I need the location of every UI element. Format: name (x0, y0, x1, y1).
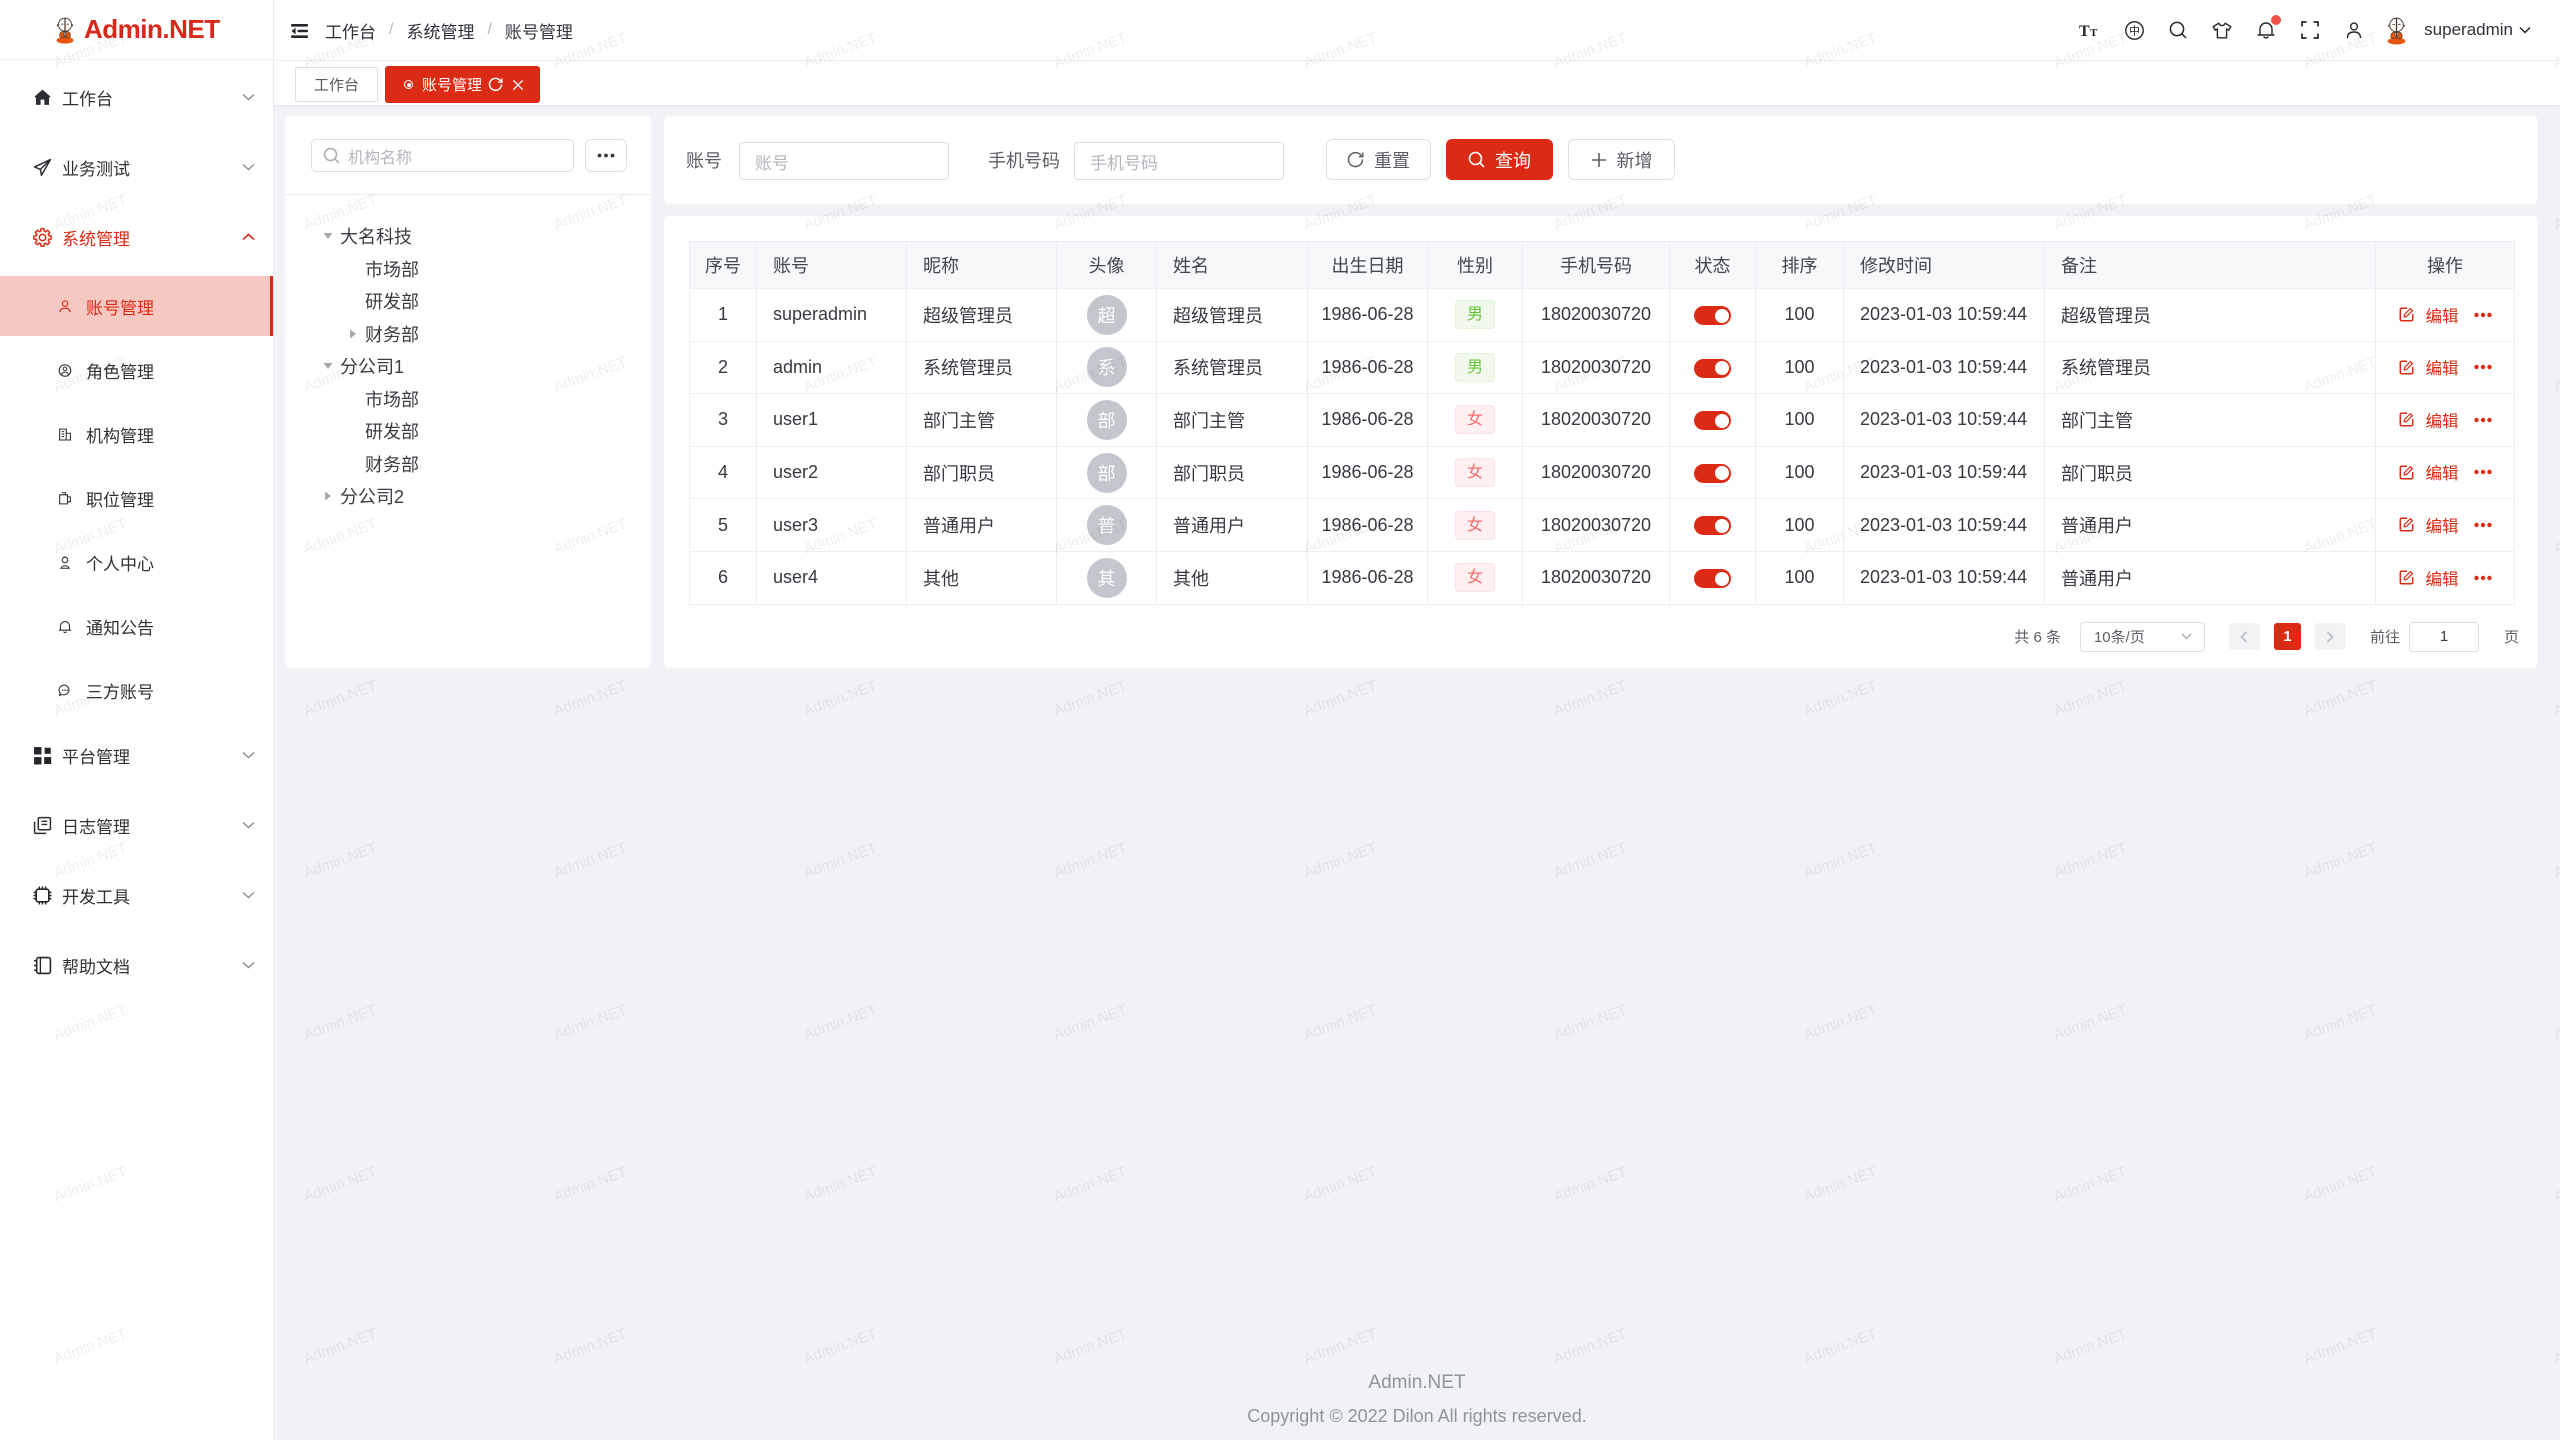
svg-text:T: T (2090, 27, 2098, 38)
svg-text:中: 中 (2129, 24, 2140, 37)
svg-text:T: T (2079, 23, 2090, 38)
